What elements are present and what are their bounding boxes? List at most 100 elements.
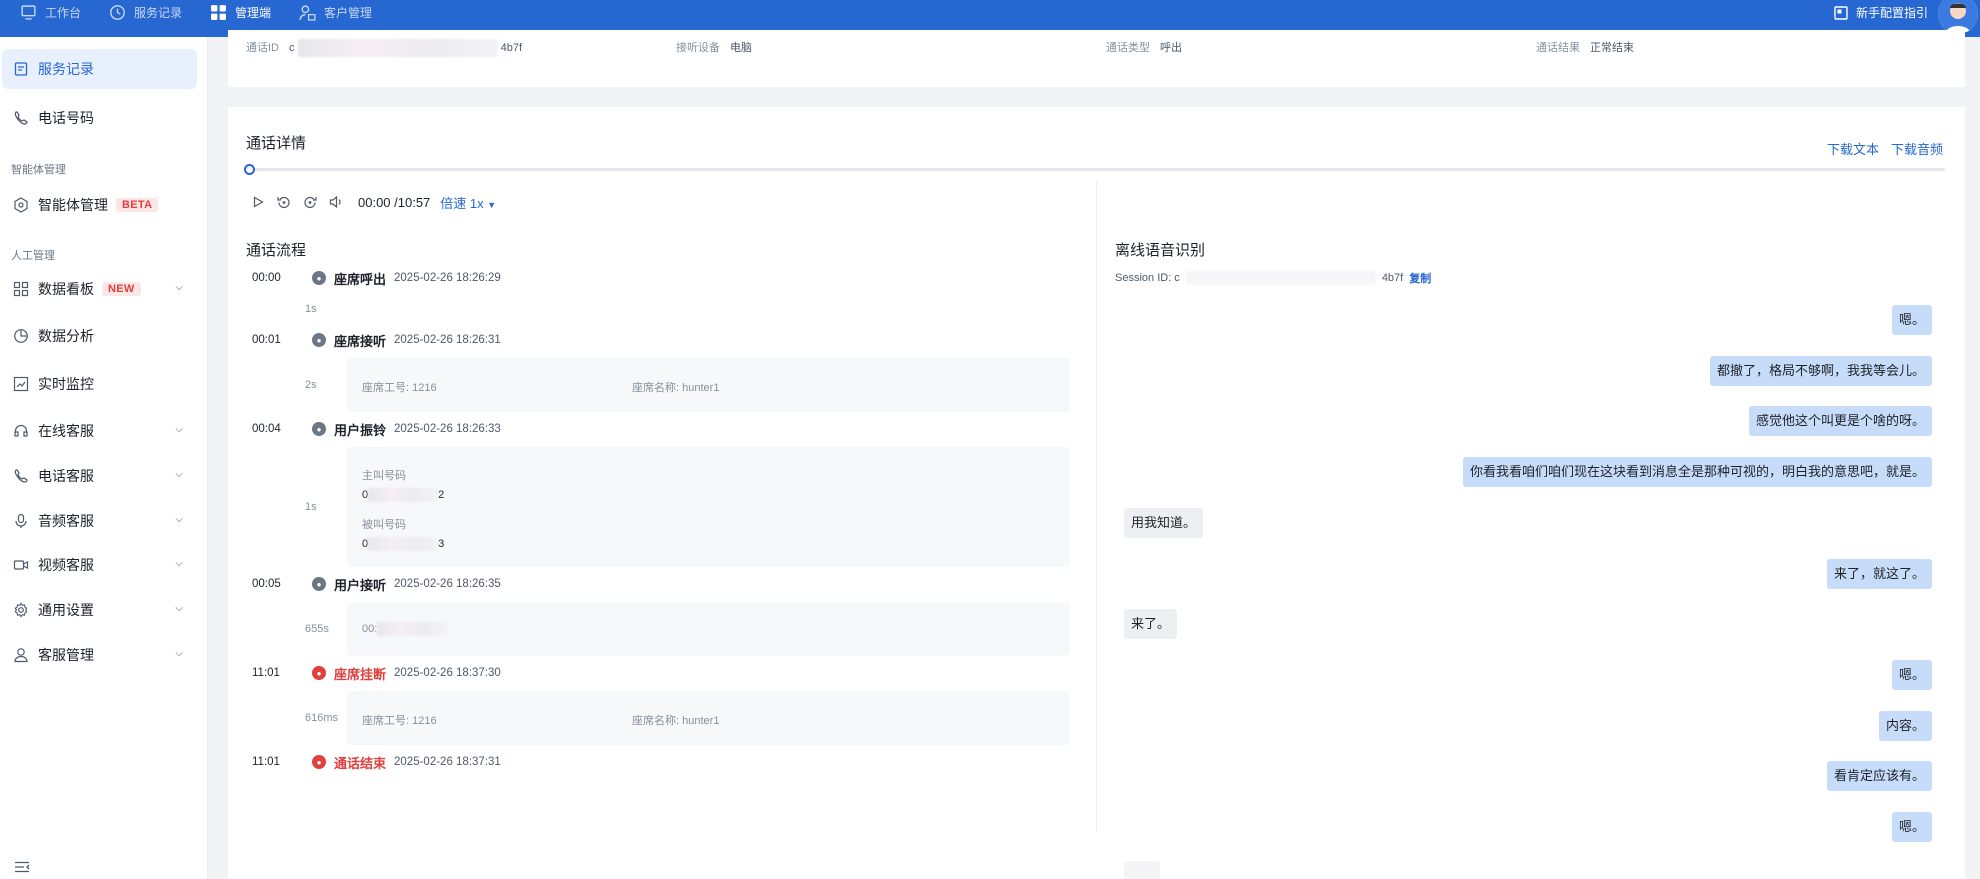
flow-event: 00:04 ● 用户振铃 2025-02-26 18:26:33 — [252, 419, 501, 439]
rewind-icon[interactable] — [276, 194, 292, 210]
agent-id-label: 座席工号: — [362, 382, 410, 394]
play-icon[interactable] — [250, 194, 266, 210]
sidebar-item-label: 客服管理 — [38, 647, 94, 663]
session-id: Session ID: c 4b7f 复制 — [1115, 270, 1431, 286]
agent-id-value: 1216 — [412, 382, 437, 394]
sidebar-item-label: 通用设置 — [38, 602, 94, 618]
collapse-menu-icon[interactable] — [14, 861, 30, 873]
player-controls: 00:00 /10:57 倍速 1x ▼ — [250, 193, 496, 211]
beta-badge: BETA — [116, 198, 159, 212]
sidebar-item-data-analysis[interactable]: 数据分析 — [2, 316, 197, 356]
download-links: 下载文本 下载音频 — [1827, 139, 1943, 158]
session-label: Session ID: c — [1115, 272, 1180, 284]
copy-button[interactable]: 复制 — [1409, 270, 1431, 286]
clock-icon — [110, 5, 125, 20]
download-text-link[interactable]: 下载文本 — [1827, 139, 1879, 158]
redacted-blur — [1185, 271, 1376, 285]
sidebar-item-dashboard[interactable]: 数据看板 NEW ⌵ — [2, 269, 197, 309]
phone-icon — [12, 467, 30, 485]
redacted-blur — [297, 39, 498, 57]
chevron-down-icon: ⌵ — [175, 469, 183, 480]
chevron-down-icon: ▼ — [487, 199, 497, 210]
guide-link[interactable]: 新手配置指引 — [1834, 4, 1928, 21]
flow-duration: 655s — [305, 623, 329, 635]
hangup-icon: ● — [312, 666, 326, 680]
user-icon — [12, 646, 30, 664]
sidebar-item-video-service[interactable]: 视频客服 ⌵ — [2, 545, 197, 585]
flow-event: 00:00 ● 座席呼出 2025-02-26 18:26:29 — [252, 268, 501, 288]
topnav-workbench[interactable]: 工作台 — [20, 4, 81, 21]
redacted-blur — [368, 488, 439, 502]
redacted-blur — [368, 537, 439, 551]
sidebar-item-label: 智能体管理 — [38, 197, 108, 213]
transcript-line: 用我知道。 — [1124, 508, 1204, 538]
progress-knob[interactable] — [244, 164, 255, 175]
forward-icon[interactable] — [302, 194, 318, 210]
phone-event-icon: ● — [312, 577, 326, 591]
sidebar-item-realtime-monitor[interactable]: 实时监控 — [2, 364, 197, 404]
call-result-value: 正常结束 — [1590, 42, 1634, 54]
sidebar-item-phone-numbers[interactable]: 电话号码 — [2, 98, 197, 138]
monitor-icon — [21, 5, 36, 20]
call-type-label: 通话类型 — [1106, 42, 1150, 54]
headset-icon — [12, 422, 30, 440]
sidebar: 服务记录 电话号码 智能体管理 智能体管理 BETA 人工管理 数据看板 NEW… — [0, 37, 208, 879]
topnav-label: 管理端 — [235, 6, 272, 20]
agent-name-value: hunter1 — [682, 715, 720, 727]
topnav-label: 服务记录 — [134, 6, 183, 20]
topnav-label: 工作台 — [45, 6, 82, 20]
transcript-line: 都撤了，格局不够啊，我我等会儿。 — [1709, 356, 1932, 386]
call-id-prefix: c — [289, 41, 295, 54]
new-badge: NEW — [102, 282, 141, 296]
sidebar-item-service-records[interactable]: 服务记录 — [2, 49, 197, 89]
topnav-customer[interactable]: 客户管理 — [299, 4, 372, 21]
video-icon — [12, 556, 30, 574]
flow-time: 00:05 — [252, 578, 281, 590]
transcript-line: 看肯定应该有。 — [1826, 761, 1932, 791]
listen-value: 00: — [362, 622, 448, 636]
agent-name-value: hunter1 — [682, 382, 720, 394]
flow-name: 用户振铃 — [334, 422, 387, 438]
call-id-value: c 4b7f — [289, 39, 522, 57]
sidebar-item-general-settings[interactable]: 通用设置 ⌵ — [2, 590, 197, 630]
speed-label: 倍速 1x — [440, 195, 484, 211]
speed-dropdown[interactable]: 倍速 1x ▼ — [440, 193, 496, 212]
top-nav: 工作台 服务记录 管理端 客户管理 — [20, 0, 400, 25]
call-id-field: 通话ID c 4b7f — [246, 39, 522, 57]
flow-title: 通话流程 — [246, 242, 307, 259]
microphone-icon — [12, 512, 30, 530]
flow-name: 通话结束 — [334, 755, 387, 771]
chevron-down-icon: ⌵ — [175, 424, 183, 435]
sidebar-item-agent-management[interactable]: 智能体管理 BETA — [2, 185, 197, 225]
agent-detail-box: 座席工号: 1216 座席名称: hunter1 — [347, 358, 1070, 412]
topnav-service-records[interactable]: 服务记录 — [109, 4, 182, 21]
hexagon-icon — [12, 196, 30, 214]
topnav-admin[interactable]: 管理端 — [210, 4, 271, 21]
flow-time: 11:01 — [252, 756, 280, 768]
call-type-field: 通话类型 呼出 — [1106, 39, 1182, 55]
flow-date: 2025-02-26 18:26:35 — [394, 578, 501, 590]
audio-progress-bar[interactable] — [244, 164, 1945, 175]
flow-date: 2025-02-26 18:26:33 — [394, 423, 501, 435]
book-icon — [1834, 5, 1848, 20]
file-icon — [12, 60, 30, 78]
callee-label: 被叫号码 — [362, 519, 406, 531]
sidebar-item-phone-service[interactable]: 电话客服 ⌵ — [2, 456, 197, 496]
caller-label: 主叫号码 — [362, 470, 406, 482]
flow-date: 2025-02-26 18:37:31 — [394, 756, 501, 768]
phone-event-icon: ● — [312, 333, 326, 347]
sidebar-item-label: 电话客服 — [38, 468, 94, 484]
download-audio-link[interactable]: 下载音频 — [1891, 139, 1943, 158]
flow-name: 用户接听 — [334, 577, 387, 593]
sidebar-item-label: 音频客服 — [38, 513, 94, 529]
transcript-line: 内容。 — [1878, 711, 1932, 741]
avatar[interactable] — [1938, 0, 1978, 34]
sidebar-item-online-service[interactable]: 在线客服 ⌵ — [2, 411, 197, 451]
phone-event-icon: ● — [312, 271, 326, 285]
bell-event-icon: ● — [312, 422, 326, 436]
callee-value: 03 — [362, 537, 444, 551]
volume-icon[interactable] — [328, 194, 344, 210]
sidebar-item-staff-management[interactable]: 客服管理 ⌵ — [2, 635, 197, 675]
sidebar-item-audio-service[interactable]: 音频客服 ⌵ — [2, 501, 197, 541]
transcript-line: 你看我看咱们咱们现在这块看到消息全是那种可视的，明白我的意思吧，就是。 — [1462, 457, 1932, 487]
